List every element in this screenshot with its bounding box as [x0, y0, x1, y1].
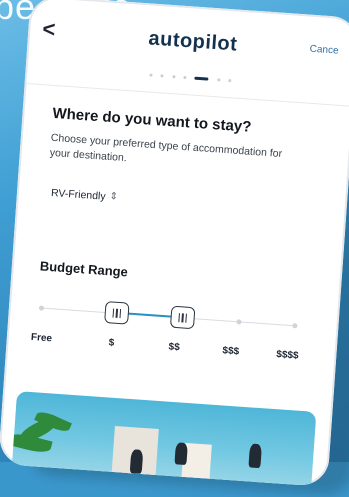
header-divider [24, 82, 349, 107]
grip-line [119, 308, 122, 318]
grip-line [112, 308, 115, 318]
phone-frame: < autopilot Cance Where do you want to s… [0, 0, 349, 487]
slider-tick [236, 319, 242, 325]
budget-option-4[interactable]: $$$$ [276, 349, 299, 362]
step-dot [160, 74, 164, 78]
question-title: Where do you want to stay? [52, 104, 252, 136]
chevron-up-down-icon: ⇕ [109, 191, 119, 203]
person-figure [248, 443, 263, 469]
budget-option-3[interactable]: $$$ [222, 345, 239, 357]
app-screen: < autopilot Cance Where do you want to s… [0, 0, 349, 487]
grip-line [115, 308, 118, 318]
brand-logo: autopilot [147, 27, 239, 56]
budget-range-title: Budget Range [39, 258, 129, 280]
question-subtitle: Choose your preferred type of accommodat… [49, 131, 283, 165]
budget-option-free[interactable]: Free [31, 332, 53, 344]
step-dot [171, 75, 176, 79]
slider-handle-max[interactable] [169, 305, 196, 330]
slider-tick [292, 323, 298, 329]
step-dot-active [194, 76, 209, 81]
grip-line [177, 312, 181, 322]
accommodation-select-value: RV-Friendly [50, 186, 106, 203]
budget-option-2[interactable]: $$ [168, 342, 180, 354]
cancel-button[interactable]: Cance [309, 44, 339, 57]
step-dot [149, 73, 153, 77]
step-dot [183, 76, 187, 80]
budget-range-slider[interactable] [36, 296, 298, 338]
slider-handle-min[interactable] [104, 301, 130, 325]
step-dot [228, 79, 232, 83]
accommodation-select[interactable]: RV-Friendly ⇕ [51, 187, 119, 204]
budget-option-1[interactable]: $ [108, 337, 114, 348]
grip-line [185, 313, 188, 323]
grip-line [181, 312, 184, 322]
budget-option-labels: Free $ $$ $$$ $$$$ [31, 332, 304, 365]
slider-tick [38, 305, 45, 311]
step-dot [217, 78, 221, 82]
